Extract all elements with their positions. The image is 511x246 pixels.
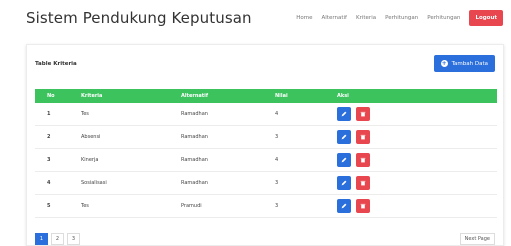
cell-alternatif: Ramadhan <box>181 157 208 163</box>
page-2-button[interactable]: 2 <box>51 233 64 245</box>
kriteria-card: Table Kriteria + Tambah Data No Kriteria… <box>26 44 504 246</box>
cell-nilai: 3 <box>275 134 279 140</box>
cell-nilai: 4 <box>275 157 279 163</box>
cell-alternatif: Ramadhan <box>181 134 208 140</box>
nav-kriteria[interactable]: Kriteria <box>356 15 376 21</box>
edit-button[interactable] <box>337 130 351 144</box>
cell-alternatif: Ramadhan <box>181 180 208 186</box>
cell-aksi <box>337 176 497 190</box>
cell-kriteria: Kinerja <box>81 157 99 163</box>
pagination: 1 2 3 <box>35 233 83 245</box>
pencil-icon <box>341 111 347 117</box>
cell-alternatif: Pramudi <box>181 203 202 209</box>
nav-perhitungan-1[interactable]: Perhitungan <box>385 15 418 21</box>
delete-button[interactable] <box>356 176 370 190</box>
cell-alternatif: Ramadhan <box>181 111 208 117</box>
trash-icon <box>360 180 366 186</box>
trash-icon <box>360 134 366 140</box>
delete-button[interactable] <box>356 153 370 167</box>
next-page-button[interactable]: Next Page <box>459 233 495 245</box>
cell-aksi <box>337 153 497 167</box>
edit-button[interactable] <box>337 176 351 190</box>
logout-button[interactable]: Logout <box>469 10 503 26</box>
add-data-label: Tambah Data <box>451 60 488 67</box>
delete-button[interactable] <box>356 199 370 213</box>
cell-kriteria: Sosialisasi <box>81 180 107 186</box>
plus-circle-icon: + <box>440 60 448 67</box>
edit-button[interactable] <box>337 107 351 121</box>
edit-button[interactable] <box>337 153 351 167</box>
cell-no: 1 <box>47 111 51 117</box>
cell-no: 2 <box>47 134 51 140</box>
nav-menu: Home Alternatif Kriteria Perhitungan Per… <box>287 10 503 26</box>
cell-nilai: 4 <box>275 111 279 117</box>
header-alternatif: Alternatif <box>181 93 209 99</box>
cell-no: 5 <box>47 203 51 209</box>
table-row: 1 Tes Ramadhan 4 <box>35 103 497 126</box>
delete-button[interactable] <box>356 130 370 144</box>
nav-alternatif[interactable]: Alternatif <box>322 15 347 21</box>
nav-home[interactable]: Home <box>296 15 312 21</box>
page-3-button[interactable]: 3 <box>67 233 80 245</box>
table-header: No Kriteria Alternatif Nilai Aksi <box>35 89 497 103</box>
header-nilai: Nilai <box>275 93 288 99</box>
trash-icon <box>360 111 366 117</box>
cell-nilai: 3 <box>275 203 279 209</box>
cell-kriteria: Tes <box>81 111 89 117</box>
top-navbar: Sistem Pendukung Keputusan Home Alternat… <box>0 0 511 38</box>
add-data-button[interactable]: + Tambah Data <box>433 55 495 72</box>
table-row: 5 Tes Pramudi 3 <box>35 195 497 218</box>
table-row: 3 Kinerja Ramadhan 4 <box>35 149 497 172</box>
nav-perhitungan-2[interactable]: Perhitungan <box>427 15 460 21</box>
pencil-icon <box>341 180 347 186</box>
page-1-button[interactable]: 1 <box>35 233 48 245</box>
header-kriteria: Kriteria <box>81 93 103 99</box>
card-title: Table Kriteria <box>35 61 77 67</box>
cell-no: 4 <box>47 180 51 186</box>
header-aksi: Aksi <box>337 93 349 99</box>
cell-nilai: 3 <box>275 180 279 186</box>
edit-button[interactable] <box>337 199 351 213</box>
app-title: Sistem Pendukung Keputusan <box>26 9 252 27</box>
cell-aksi <box>337 199 497 213</box>
table-row: 4 Sosialisasi Ramadhan 3 <box>35 172 497 195</box>
delete-button[interactable] <box>356 107 370 121</box>
table-row: 2 Absensi Ramadhan 3 <box>35 126 497 149</box>
cell-aksi <box>337 107 497 121</box>
cell-no: 3 <box>47 157 51 163</box>
pencil-icon <box>341 134 347 140</box>
pencil-icon <box>341 203 347 209</box>
cell-aksi <box>337 130 497 144</box>
pencil-icon <box>341 157 347 163</box>
kriteria-table: No Kriteria Alternatif Nilai Aksi 1 Tes … <box>35 89 497 218</box>
cell-kriteria: Tes <box>81 203 89 209</box>
cell-kriteria: Absensi <box>81 134 101 140</box>
trash-icon <box>360 157 366 163</box>
trash-icon <box>360 203 366 209</box>
header-no: No <box>47 93 55 99</box>
